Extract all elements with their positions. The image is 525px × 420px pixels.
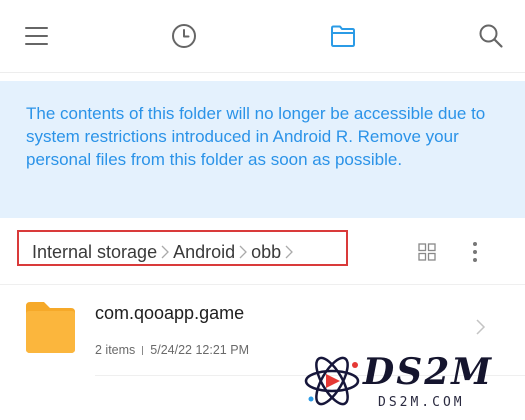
file-meta: 2 items 5/24/22 12:21 PM bbox=[95, 343, 249, 357]
breadcrumb-item-obb[interactable]: obb bbox=[251, 242, 281, 263]
grid-view-button[interactable] bbox=[411, 236, 443, 268]
file-name: com.qooapp.game bbox=[95, 303, 245, 323]
chevron-right-icon bbox=[160, 244, 170, 260]
more-vertical-icon bbox=[473, 242, 477, 262]
system-restriction-notice: The contents of this folder will no long… bbox=[0, 81, 525, 218]
more-options-button[interactable] bbox=[459, 236, 491, 268]
notice-text: The contents of this folder will no long… bbox=[26, 104, 486, 169]
clock-icon bbox=[172, 24, 196, 48]
meta-separator bbox=[142, 346, 144, 355]
modified-date: 5/24/22 12:21 PM bbox=[150, 343, 249, 357]
breadcrumb: Internal storage Android obb bbox=[32, 240, 297, 264]
menu-button[interactable] bbox=[17, 16, 57, 56]
hamburger-menu-icon bbox=[25, 27, 48, 45]
chevron-right-icon bbox=[476, 319, 486, 335]
chevron-right-icon bbox=[238, 244, 248, 260]
top-toolbar bbox=[0, 0, 525, 73]
breadcrumb-item-internal-storage[interactable]: Internal storage bbox=[32, 242, 157, 263]
ds2m-watermark: DS2M DS2M.COM bbox=[300, 344, 525, 420]
file-manager-screen: The contents of this folder will no long… bbox=[0, 0, 525, 420]
breadcrumb-item-android[interactable]: Android bbox=[173, 242, 235, 263]
atom-logo-icon bbox=[304, 356, 360, 406]
search-button[interactable] bbox=[471, 16, 511, 56]
grid-view-icon bbox=[418, 243, 436, 261]
recent-button[interactable] bbox=[164, 16, 204, 56]
item-count: 2 items bbox=[95, 343, 136, 357]
breadcrumb-bar: Internal storage Android obb bbox=[0, 218, 525, 285]
search-icon bbox=[479, 24, 503, 48]
chevron-right-icon bbox=[284, 244, 294, 260]
watermark-url: DS2M.COM bbox=[378, 395, 465, 410]
files-tab-button[interactable] bbox=[323, 16, 363, 56]
folder-icon bbox=[26, 302, 75, 353]
watermark-logo-text: DS2M bbox=[363, 351, 494, 393]
folder-icon bbox=[331, 25, 355, 47]
